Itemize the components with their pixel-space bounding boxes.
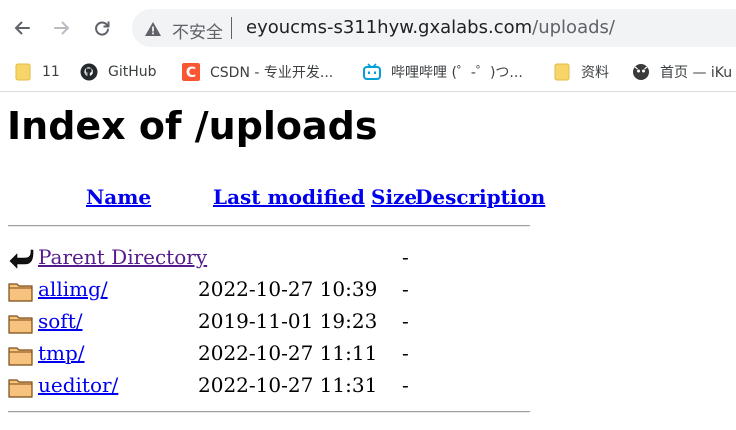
modified-cell: 2019-11-01 19:23: [198, 309, 378, 333]
browser-toolbar: 不安全 eyoucms-s311hyw.gxalabs.com/uploads/: [0, 0, 736, 56]
github-icon: [80, 63, 98, 81]
forward-button[interactable]: [48, 14, 76, 42]
folder-icon: [8, 379, 33, 398]
modified-cell: 2022-10-27 11:31: [198, 373, 378, 397]
footer-rule: [8, 411, 530, 413]
csdn-icon: C: [182, 63, 200, 81]
forward-arrow-icon: [54, 21, 70, 35]
folder-icon: [8, 283, 33, 302]
bookmark-csdn[interactable]: C CSDN - 专业开发...: [182, 60, 333, 84]
security-label[interactable]: 不安全: [172, 18, 223, 43]
column-header-size[interactable]: Size: [371, 185, 417, 209]
size-cell: -: [402, 341, 409, 365]
folder-link-allimg[interactable]: allimg/: [38, 277, 108, 301]
modified-cell: 2022-10-27 10:39: [198, 277, 378, 301]
back-arrow-icon: [14, 21, 30, 35]
size-cell: -: [402, 309, 409, 333]
folder-icon: [8, 347, 33, 366]
modified-cell: 2022-10-27 11:11: [198, 341, 378, 365]
svg-text:C: C: [186, 65, 196, 81]
folder-link-ueditor[interactable]: ueditor/: [38, 373, 118, 397]
bookmark-label: GitHub: [108, 64, 157, 80]
bookmark-label: 哔哩哔哩 (゜-゜)つ...: [391, 65, 523, 81]
address-bar[interactable]: 不安全 eyoucms-s311hyw.gxalabs.com/uploads/: [132, 9, 736, 47]
parent-directory-link[interactable]: Parent Directory: [38, 245, 207, 269]
bookmark-github[interactable]: GitHub: [80, 60, 157, 84]
column-header-name[interactable]: Name: [86, 185, 151, 209]
address-divider: [231, 17, 232, 39]
bookmark-11[interactable]: 11: [14, 60, 60, 84]
bookmark-label: 首页 — iKu: [660, 65, 733, 81]
iku-icon: [632, 63, 650, 81]
bookmark-label: 资料: [581, 65, 609, 81]
column-header-description[interactable]: Description: [415, 185, 545, 209]
chrome-divider: [0, 91, 736, 92]
bookmark-bilibili[interactable]: 哔哩哔哩 (゜-゜)つ...: [363, 60, 523, 84]
reload-button[interactable]: [88, 14, 116, 42]
url-text[interactable]: eyoucms-s311hyw.gxalabs.com/uploads/: [246, 17, 615, 38]
bookmark-ziliao[interactable]: 资料: [553, 60, 609, 84]
url-host: eyoucms-s311hyw.gxalabs.com: [246, 17, 533, 38]
size-cell: -: [402, 277, 409, 301]
header-rule: [8, 225, 530, 227]
back-arrow-icon: [9, 249, 34, 269]
url-path: /uploads/: [532, 17, 615, 38]
bilibili-icon: [363, 63, 381, 81]
folder-link-soft[interactable]: soft/: [38, 309, 82, 333]
folder-link-tmp[interactable]: tmp/: [38, 341, 85, 365]
warning-icon[interactable]: [144, 20, 162, 38]
bookmark-iku[interactable]: 首页 — iKu: [632, 60, 732, 84]
bookmark-label: CSDN - 专业开发...: [210, 65, 334, 81]
page-title: Index of /uploads: [7, 104, 378, 148]
size-cell: -: [402, 373, 409, 397]
column-header-last-modified[interactable]: Last modified: [213, 185, 365, 209]
folder-icon: [553, 63, 571, 81]
back-button[interactable]: [8, 14, 36, 42]
folder-icon: [14, 63, 32, 81]
size-cell: -: [402, 245, 409, 269]
bookmarks-bar: 11 GitHub C CSDN - 专业开发... 哔哩哔哩 (゜-゜)つ..…: [0, 56, 736, 88]
reload-icon: [95, 21, 110, 36]
bookmark-label: 11: [42, 64, 60, 80]
folder-icon: [8, 315, 33, 334]
